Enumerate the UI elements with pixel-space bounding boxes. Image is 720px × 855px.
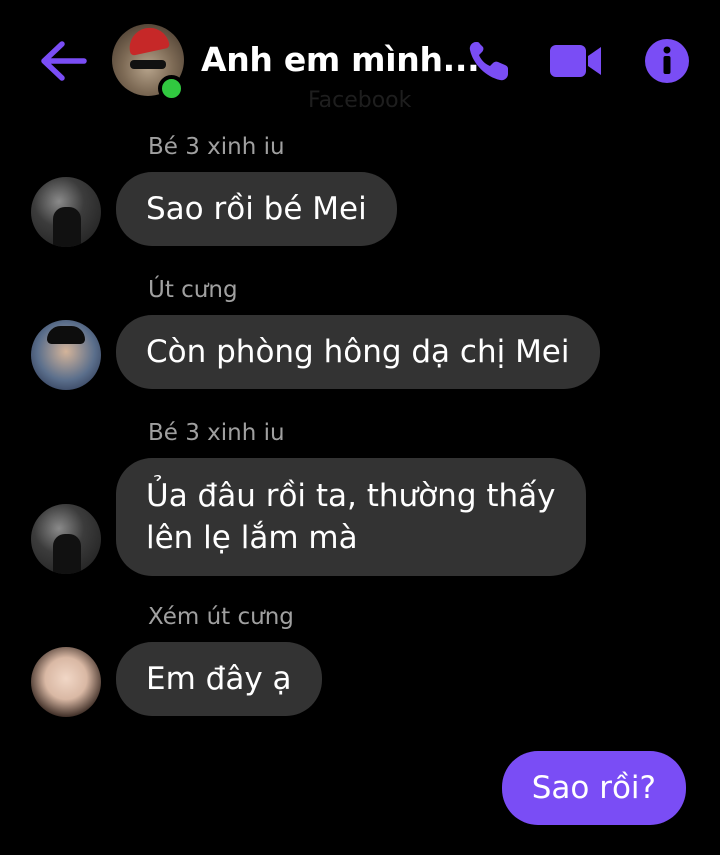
chat-title[interactable]: Anh em mình...: [201, 40, 480, 79]
sender-name: Út cưng: [148, 277, 238, 303]
message-bubble[interactable]: Em đây ạ: [116, 642, 322, 716]
sender-avatar[interactable]: [31, 177, 101, 247]
message-line: lên lẹ lắm mà: [146, 520, 358, 556]
outgoing-message-bubble[interactable]: Sao rồi?: [501, 751, 686, 825]
message-line: Ủa đâu rồi ta, thường thấy: [146, 478, 556, 514]
sender-name: Xém út cưng: [148, 604, 294, 630]
online-status-indicator: [158, 75, 185, 102]
chat-header: Anh em mình... Facebook: [0, 0, 720, 118]
sender-avatar[interactable]: [31, 647, 101, 717]
phone-icon[interactable]: [466, 38, 514, 84]
sender-name: Bé 3 xinh iu: [148, 420, 285, 446]
sender-name: Bé 3 xinh iu: [148, 134, 285, 160]
back-arrow-icon[interactable]: [36, 38, 88, 84]
message-bubble[interactable]: Còn phòng hông dạ chị Mei: [116, 315, 600, 389]
sender-avatar[interactable]: [31, 320, 101, 390]
message-bubble[interactable]: Ủa đâu rồi ta, thường thấy lên lẹ lắm mà: [116, 458, 586, 576]
message-bubble[interactable]: Sao rồi bé Mei: [116, 172, 397, 246]
video-camera-icon[interactable]: [549, 42, 603, 80]
sender-avatar[interactable]: [31, 504, 101, 574]
info-icon[interactable]: [644, 38, 690, 84]
chat-subtitle: Facebook: [308, 88, 412, 113]
